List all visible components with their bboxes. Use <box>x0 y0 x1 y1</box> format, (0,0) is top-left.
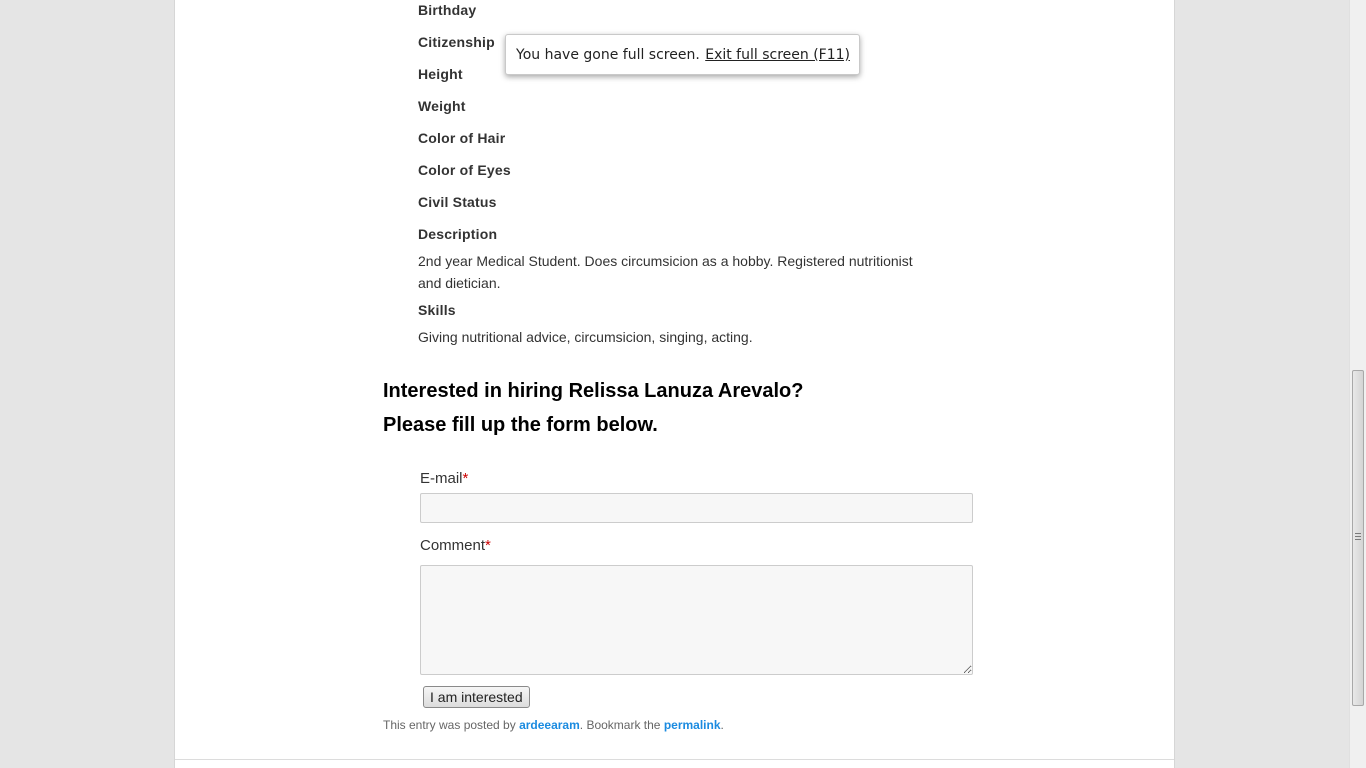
profile-field-citizenship: Citizenship <box>418 34 495 50</box>
vertical-scrollbar[interactable] <box>1349 0 1366 768</box>
hire-heading: Interested in hiring Relissa Lanuza Arev… <box>383 380 804 402</box>
scrollbar-thumb[interactable] <box>1352 370 1364 706</box>
entry-meta-prefix: This entry was posted by <box>383 718 520 732</box>
page-divider <box>175 759 1174 760</box>
profile-field-civil-status: Civil Status <box>418 194 497 210</box>
fullscreen-message: You have gone full screen. <box>516 47 700 63</box>
description-label: Description <box>418 226 498 242</box>
email-label: E-mail* <box>420 470 468 487</box>
skills-label: Skills <box>418 302 456 318</box>
submit-interest-button[interactable]: I am interested <box>423 686 530 708</box>
comment-field[interactable] <box>420 565 973 675</box>
exit-fullscreen-link[interactable]: Exit full screen (F11) <box>705 47 850 63</box>
form-intro-heading: Please fill up the form below. <box>383 414 658 436</box>
required-marker: * <box>462 470 469 487</box>
description-text: 2nd year Medical Student. Does circumsic… <box>418 253 913 291</box>
entry-meta: This entry was posted by ardeearam. Book… <box>383 718 724 732</box>
profile-field-weight: Weight <box>418 98 466 114</box>
grip-icon <box>1355 533 1361 540</box>
email-field[interactable] <box>420 493 973 523</box>
entry-meta-suffix: . <box>720 718 724 732</box>
profile-field-eye-color: Color of Eyes <box>418 162 511 178</box>
permalink-link[interactable]: permalink <box>664 718 721 732</box>
comment-label: Comment* <box>420 537 491 554</box>
comment-label-text: Comment <box>420 537 486 554</box>
entry-meta-middle: . Bookmark the <box>579 718 664 732</box>
profile-field-hair-color: Color of Hair <box>418 130 506 146</box>
email-label-text: E-mail <box>420 470 463 487</box>
required-marker: * <box>485 537 491 554</box>
profile-field-height: Height <box>418 66 463 82</box>
author-link[interactable]: ardeearam <box>519 718 580 732</box>
skills-text: Giving nutritional advice, circumsicion,… <box>418 329 753 345</box>
profile-field-birthday: Birthday <box>418 2 477 18</box>
fullscreen-notification: You have gone full screen. Exit full scr… <box>505 34 860 75</box>
page-content: Birthday Citizenship Height Weight Color… <box>174 0 1175 768</box>
